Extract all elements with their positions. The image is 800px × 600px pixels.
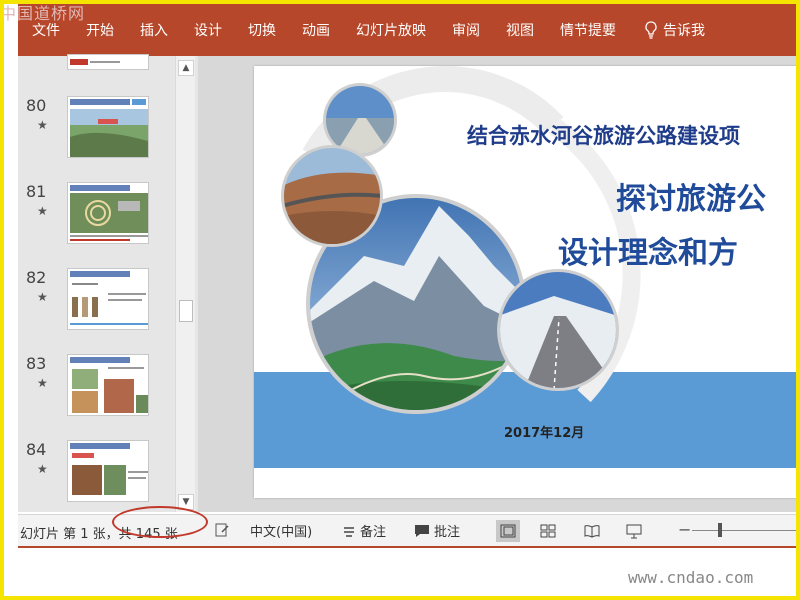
slide-number: 83	[26, 354, 47, 373]
slide-title-line2[interactable]: 探讨旅游公	[616, 174, 766, 218]
thumbnail-row-80[interactable]: 80 ★	[18, 96, 178, 166]
spellcheck-button[interactable]	[214, 522, 230, 538]
slide-title-line1[interactable]: 结合赤水河谷旅游公路建设项	[467, 120, 740, 150]
site-watermark-bottom: www.cndao.com	[628, 568, 754, 587]
status-bar-rule	[18, 546, 800, 548]
animation-star-icon: ★	[37, 204, 48, 218]
animation-star-icon: ★	[37, 462, 48, 476]
reading-view-icon	[584, 525, 600, 538]
comments-button[interactable]: 批注	[414, 521, 460, 540]
slide-thumbnail[interactable]	[67, 96, 149, 158]
tell-me-label: 告诉我	[663, 23, 705, 39]
slide-sorter-icon	[540, 524, 556, 538]
thumbnail-row-83[interactable]: 83 ★	[18, 354, 178, 424]
thumbnail-row-81[interactable]: 81 ★	[18, 182, 178, 252]
slide-thumbnail[interactable]	[67, 440, 149, 502]
animation-star-icon: ★	[37, 118, 48, 132]
slideshow-button[interactable]	[622, 520, 646, 542]
tab-design[interactable]: 设计	[181, 4, 235, 56]
slide-thumbnail-pane[interactable]: 80 ★ 81 ★ 82 ★ 83 ★ 84 ★	[18, 54, 198, 512]
slide-thumbnail[interactable]	[67, 182, 149, 244]
ribbon-tab-bar: 文件 开始 插入 设计 切换 动画 幻灯片放映 审阅 视图 情节提要 告诉我	[18, 4, 800, 56]
slide-date[interactable]: 2017年12月	[504, 422, 584, 441]
thumbnail-row-82[interactable]: 82 ★	[18, 268, 178, 338]
tell-me-search[interactable]: 告诉我	[629, 4, 718, 56]
slide-number: 84	[26, 440, 47, 459]
slide-editing-area[interactable]: 结合赤水河谷旅游公路建设项 探讨旅游公 设计理念和方 2017年12月	[198, 56, 800, 512]
site-watermark-top: 中国道桥网	[0, 4, 86, 23]
tab-transitions[interactable]: 切换	[235, 4, 289, 56]
slide-title-line3[interactable]: 设计理念和方	[558, 228, 738, 272]
animation-star-icon: ★	[37, 290, 48, 304]
spellcheck-icon	[215, 523, 229, 537]
normal-view-button[interactable]	[496, 520, 520, 542]
reading-view-button[interactable]	[580, 520, 604, 542]
lightbulb-icon	[645, 21, 657, 39]
notes-icon	[344, 526, 354, 537]
zoom-out-button[interactable]: −	[678, 520, 691, 539]
scroll-thumb[interactable]	[179, 300, 193, 322]
tab-storyboarding[interactable]: 情节提要	[547, 4, 629, 56]
slide-thumbnail-partial[interactable]	[67, 54, 149, 70]
scroll-up-button[interactable]: ▲	[178, 60, 194, 76]
slide-thumbnail[interactable]	[67, 354, 149, 416]
animation-star-icon: ★	[37, 376, 48, 390]
tab-insert[interactable]: 插入	[127, 4, 181, 56]
slide-number: 82	[26, 268, 47, 287]
slide-number: 80	[26, 96, 47, 115]
thumbnail-scrollbar[interactable]: ▲ ▼	[175, 56, 195, 512]
zoom-slider-knob[interactable]	[718, 523, 722, 537]
notes-button[interactable]: 备注	[342, 521, 386, 540]
slide-thumbnail[interactable]	[67, 268, 149, 330]
language-indicator[interactable]: 中文(中国)	[250, 521, 312, 540]
zoom-slider-track[interactable]	[692, 530, 800, 531]
comments-label: 批注	[434, 525, 461, 540]
annotation-highlight-ellipse	[112, 506, 208, 538]
normal-view-icon	[500, 524, 516, 538]
tab-animations[interactable]: 动画	[289, 4, 343, 56]
current-slide[interactable]: 结合赤水河谷旅游公路建设项 探讨旅游公 设计理念和方 2017年12月	[254, 66, 800, 498]
tab-review[interactable]: 审阅	[439, 4, 493, 56]
slide-sorter-button[interactable]	[536, 520, 560, 542]
slide-number: 81	[26, 182, 47, 201]
notes-label: 备注	[360, 525, 387, 540]
comment-icon	[415, 524, 429, 537]
slideshow-icon	[626, 524, 642, 539]
tab-slideshow[interactable]: 幻灯片放映	[343, 4, 439, 56]
thumbnail-row-84[interactable]: 84 ★	[18, 440, 178, 510]
tab-view[interactable]: 视图	[493, 4, 547, 56]
